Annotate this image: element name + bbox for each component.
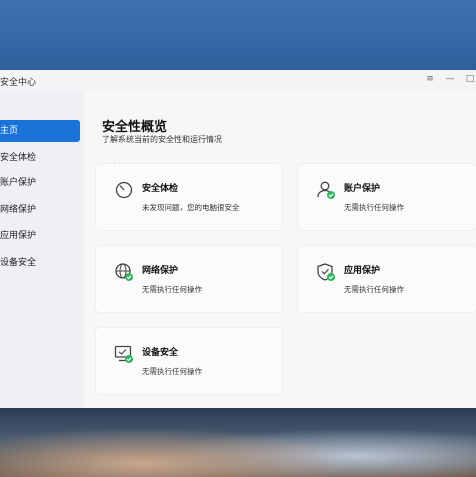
desktop-background-top (0, 0, 476, 70)
card-app-protection[interactable]: 应用保护 无需执行任何操作 (298, 246, 476, 312)
page-title: 安全性概览 (102, 120, 168, 135)
card-security-scan[interactable]: 安全体检 未发现问题，您的电脑很安全 (96, 164, 282, 230)
sidebar-item-account-protection[interactable]: 账户保护 (0, 172, 80, 194)
card-device-security[interactable]: 设备安全 无需执行任何操作 (96, 328, 282, 394)
card-desc: 无需执行任何操作 (344, 203, 404, 212)
sidebar-item-app-protection[interactable]: 应用保护 (0, 225, 80, 247)
sidebar-item-device-security[interactable]: 设备安全 (0, 252, 80, 274)
sidebar-item-security-scan[interactable]: 安全体检 (0, 147, 80, 169)
card-title: 设备安全 (142, 348, 179, 358)
card-account-protection[interactable]: 账户保护 无需执行任何操作 (298, 164, 476, 230)
minimize-button[interactable]: — (444, 73, 456, 85)
menu-button[interactable]: ≡ (424, 73, 436, 85)
globe-check-icon (115, 263, 133, 281)
page-subtitle: 了解系统当前的安全性和运行情况 (102, 135, 222, 144)
card-desc: 无需执行任何操作 (142, 285, 202, 294)
card-desc: 无需执行任何操作 (142, 367, 202, 376)
card-desc: 无需执行任何操作 (344, 285, 404, 294)
desktop-background-bottom (0, 408, 476, 477)
monitor-check-icon (114, 345, 133, 363)
window-controls: ≡ — □ (424, 73, 476, 85)
sidebar: 主页 安全体检 账户保护 网络保护 应用保护 设备安全 (0, 90, 84, 408)
sidebar-item-home[interactable]: 主页 (0, 120, 80, 142)
shield-check-icon (317, 263, 335, 281)
title-bar: 安全中心 ≡ — □ (0, 70, 476, 90)
scan-gauge-icon (115, 181, 133, 199)
card-title: 安全体检 (142, 184, 179, 194)
main-content: 安全性概览 了解系统当前的安全性和运行情况 安全体检 未发现问题，您的电脑很安全… (84, 90, 476, 408)
card-title: 网络保护 (142, 266, 179, 276)
card-network-protection[interactable]: 网络保护 无需执行任何操作 (96, 246, 282, 312)
sidebar-item-network-protection[interactable]: 网络保护 (0, 199, 80, 221)
app-title: 安全中心 (0, 78, 37, 88)
security-center-window: 安全中心 ≡ — □ 主页 安全体检 账户保护 网络保护 应用保护 设备安全 安… (0, 70, 476, 408)
maximize-button[interactable]: □ (464, 73, 476, 85)
user-check-icon (317, 181, 335, 199)
card-title: 应用保护 (344, 266, 381, 276)
card-title: 账户保护 (344, 184, 381, 194)
card-desc: 未发现问题，您的电脑很安全 (142, 203, 240, 212)
